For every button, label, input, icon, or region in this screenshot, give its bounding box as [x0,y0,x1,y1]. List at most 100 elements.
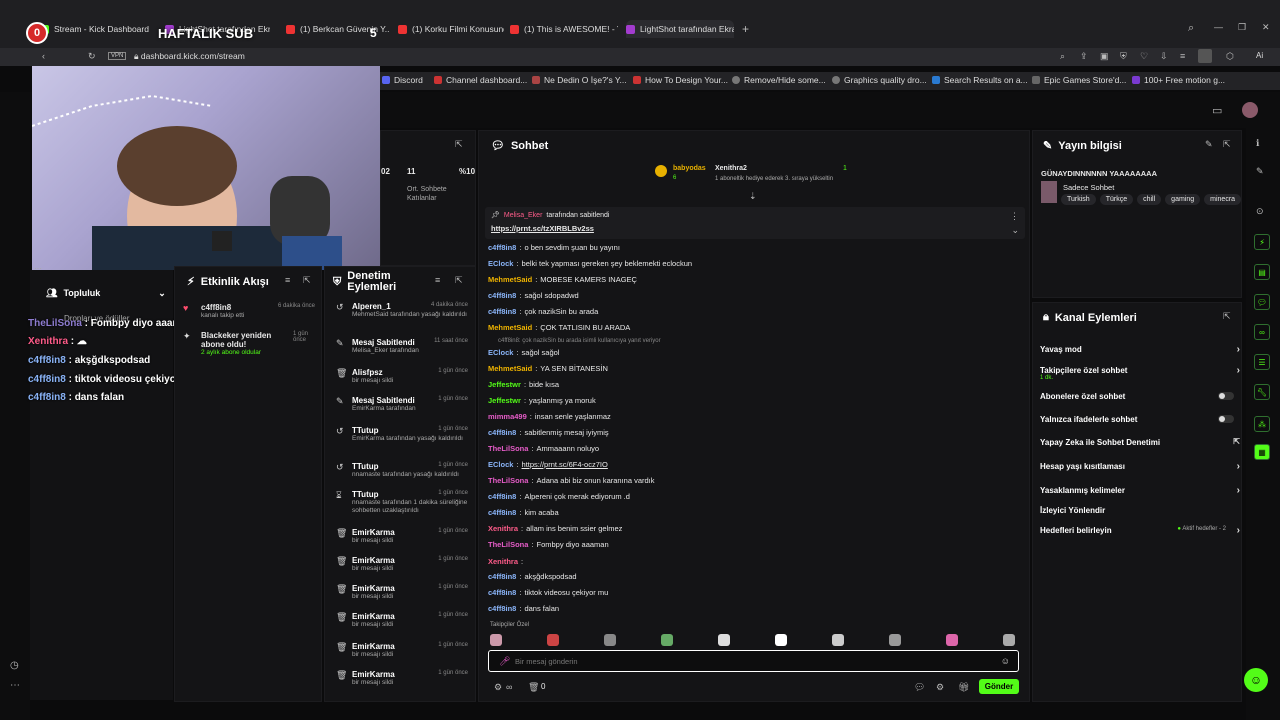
edit-icon[interactable]: ✎ [1256,166,1264,177]
gift-icon[interactable]: 🎁︎ [958,682,969,693]
emote-icon[interactable] [775,634,787,646]
emote-icon[interactable] [832,634,844,646]
channel-action-item[interactable]: Takipçilere özel sohbet 1 dk. › [1040,365,1240,381]
browser-tab[interactable]: (1) This is AWESOME! - Yo [510,20,618,38]
chat-message[interactable]: MehmetSaid: YA SEN BİTANESİN [488,364,608,373]
chat-input[interactable]: 🎤︎ Bir mesaj gönderin ☺ [488,650,1019,672]
channel-action-item[interactable]: Yasaklanmış kelimeler › [1040,485,1240,496]
tag-chip[interactable]: gaming [1165,194,1201,205]
profile-avatar[interactable] [1198,49,1212,63]
chat-message[interactable]: c4ff8in8: Alpereni çok merak ediyorum .d [488,492,630,501]
maximize-icon[interactable]: ❐ [1238,22,1246,33]
emote-icon[interactable] [490,634,502,646]
emote-icon[interactable] [889,634,901,646]
bookmark[interactable]: Search Results on a... [932,75,1028,85]
bookmark[interactable]: Graphics quality dro... [832,75,927,85]
tag-chip[interactable]: chill [1137,194,1162,205]
chat-message[interactable]: c4ff8in8: akşğdkspodsad [488,572,577,581]
channel-action-item[interactable]: Yavaş mod › [1040,344,1240,355]
chat-message[interactable]: Jeffestwr: bide kısa [488,380,559,389]
clock-icon[interactable]: ◷ [10,660,19,671]
browser-tab-active[interactable]: LightShot tarafından Ekran [626,20,734,38]
tag-chip[interactable]: Türkçe [1099,194,1134,205]
bookmark[interactable]: Discord [382,75,423,85]
wrench-icon[interactable]: 🔧︎ [1254,384,1270,400]
chat-message[interactable]: MehmetSaid: ÇOK TATLISIN BU ARADA [488,323,630,332]
toggle-switch[interactable] [1218,415,1234,423]
url-field[interactable]: 🔒︎ dashboard.kick.com/stream [134,51,834,62]
bolt-icon[interactable]: ⚡︎ [1254,234,1270,250]
new-tab-icon[interactable]: + [742,22,749,36]
menu-icon[interactable]: ≡ [1180,51,1185,61]
channel-action-item[interactable]: İzleyici Yönlendir [1040,506,1240,515]
popout-icon[interactable]: ⇱ [1223,139,1231,150]
bookmark[interactable]: 100+ Free motion g... [1132,75,1225,85]
popout-icon[interactable]: ⇱ [303,275,311,286]
chat-message[interactable]: c4ff8in8: sabitlenmiş mesaj iyiymiş [488,428,609,437]
heart-icon[interactable]: ♡ [1140,51,1148,62]
zoom-icon[interactable]: ⌕ [1060,51,1065,62]
browser-tab[interactable]: (1) Korku Filmi Konusunda [398,20,504,38]
emote-icon[interactable] [718,634,730,646]
chat-message[interactable]: TheLilSona: Fombpy diyo aaaman [488,540,609,549]
chat-message[interactable]: c4ff8in8: çok nazikSin bu arada [488,307,598,316]
minimize-icon[interactable]: — [1214,22,1223,32]
chat-message[interactable]: c4ff8in8: sağol sdopadwd [488,291,579,300]
chat-message[interactable]: Xenithra: [488,557,526,566]
browser-tab[interactable]: Stream - Kick Dashboard [40,20,158,38]
support-icon[interactable]: ☺ [1244,668,1268,692]
channel-action-item[interactable]: Yalnızca ifadelerle sohbet [1040,415,1240,424]
pinned-message[interactable]: 📌︎ Melisa_Eker tarafından sabitlendi https… [485,207,1025,239]
bookmark[interactable]: Epic Games Store'd... [1032,75,1126,85]
nodes-icon[interactable]: ⁂ [1254,416,1270,432]
grid-icon[interactable]: ▦ [1254,444,1270,460]
chevron-down-icon[interactable]: ⌄ [1011,225,1019,236]
share-icon[interactable]: ⇪ [1080,51,1088,62]
screenshot-icon[interactable]: ▣ [1100,51,1109,62]
user-avatar[interactable] [1242,102,1258,118]
send-button[interactable]: Gönder [979,679,1019,694]
chat-message[interactable]: c4ff8in8: tiktok videosu çekiyor mu [488,588,608,597]
shield-icon[interactable]: ⛨ [1120,51,1127,62]
chat-message[interactable]: EClock: https://prnt.sc/6F4-ocz7IO [488,460,608,469]
list-icon[interactable]: ☰ [1254,354,1270,370]
ai-button[interactable]: Ai [1256,51,1263,60]
emote-icon[interactable] [661,634,673,646]
trash-icon[interactable]: 🗑︎ [528,682,539,693]
tag-chip[interactable]: Turkish [1061,194,1096,205]
popout-icon[interactable]: ⇱ [1223,311,1231,322]
info-icon[interactable]: ℹ [1256,138,1259,149]
scroll-down-icon[interactable]: ⇣ [749,191,757,202]
chat-message[interactable]: EClock: sağol sağol [488,348,559,357]
settings-icon[interactable]: ⚙ [494,682,502,693]
chat-message[interactable]: mimma499: insan senle yaşlanmaz [488,412,611,421]
channel-action-item[interactable]: Abonelere özel sohbet [1040,392,1240,401]
gear-icon[interactable]: ⚙ [936,682,944,693]
close-window-icon[interactable]: ✕ [1262,22,1270,33]
bookmark[interactable]: Remove/Hide some... [732,75,826,85]
link-icon[interactable]: ∞ [506,682,512,692]
chat-message[interactable]: TheLilSona: Ammaaann noluyo [488,444,599,453]
emote-icon[interactable] [547,634,559,646]
emote-icon[interactable] [1003,634,1015,646]
chat-message[interactable]: c4ff8in8: kim acaba [488,508,559,517]
channel-action-item[interactable]: Hesap yaşı kısıtlaması › [1040,461,1240,472]
reload-icon[interactable]: ↻ [88,51,96,62]
tag-chip[interactable]: minecra [1204,194,1241,205]
channel-action-item[interactable]: Hedefleri belirleyin ● Aktif hedefler - 2… [1040,525,1240,536]
back-icon[interactable]: ‹ [42,51,45,61]
popout-icon[interactable]: ⇱ [455,139,463,150]
download-icon[interactable]: ⇩ [1160,51,1168,62]
emote-icon[interactable] [946,634,958,646]
toggle-switch[interactable] [1218,392,1234,400]
edit-icon[interactable]: ✎ [1205,139,1213,150]
chat-message[interactable]: Xenithra: allam ins benim ssier gelmez [488,524,622,533]
chat-message[interactable]: c4ff8in8: o ben sevdim şuan bu yayını [488,243,620,252]
more-icon[interactable]: ⋯ [10,680,20,691]
vpn-badge[interactable]: VPN [108,52,127,60]
channel-action-item[interactable]: Yapay Zeka ile Sohbet Denetimi ⇱ [1040,437,1240,447]
bookmark[interactable]: Channel dashboard... [434,75,527,85]
popout-icon[interactable]: ⇱ [455,275,463,286]
community-section[interactable]: 👥︎ Topluluk ⌄ [46,288,166,299]
filter-icon[interactable]: ≡ [435,275,440,285]
